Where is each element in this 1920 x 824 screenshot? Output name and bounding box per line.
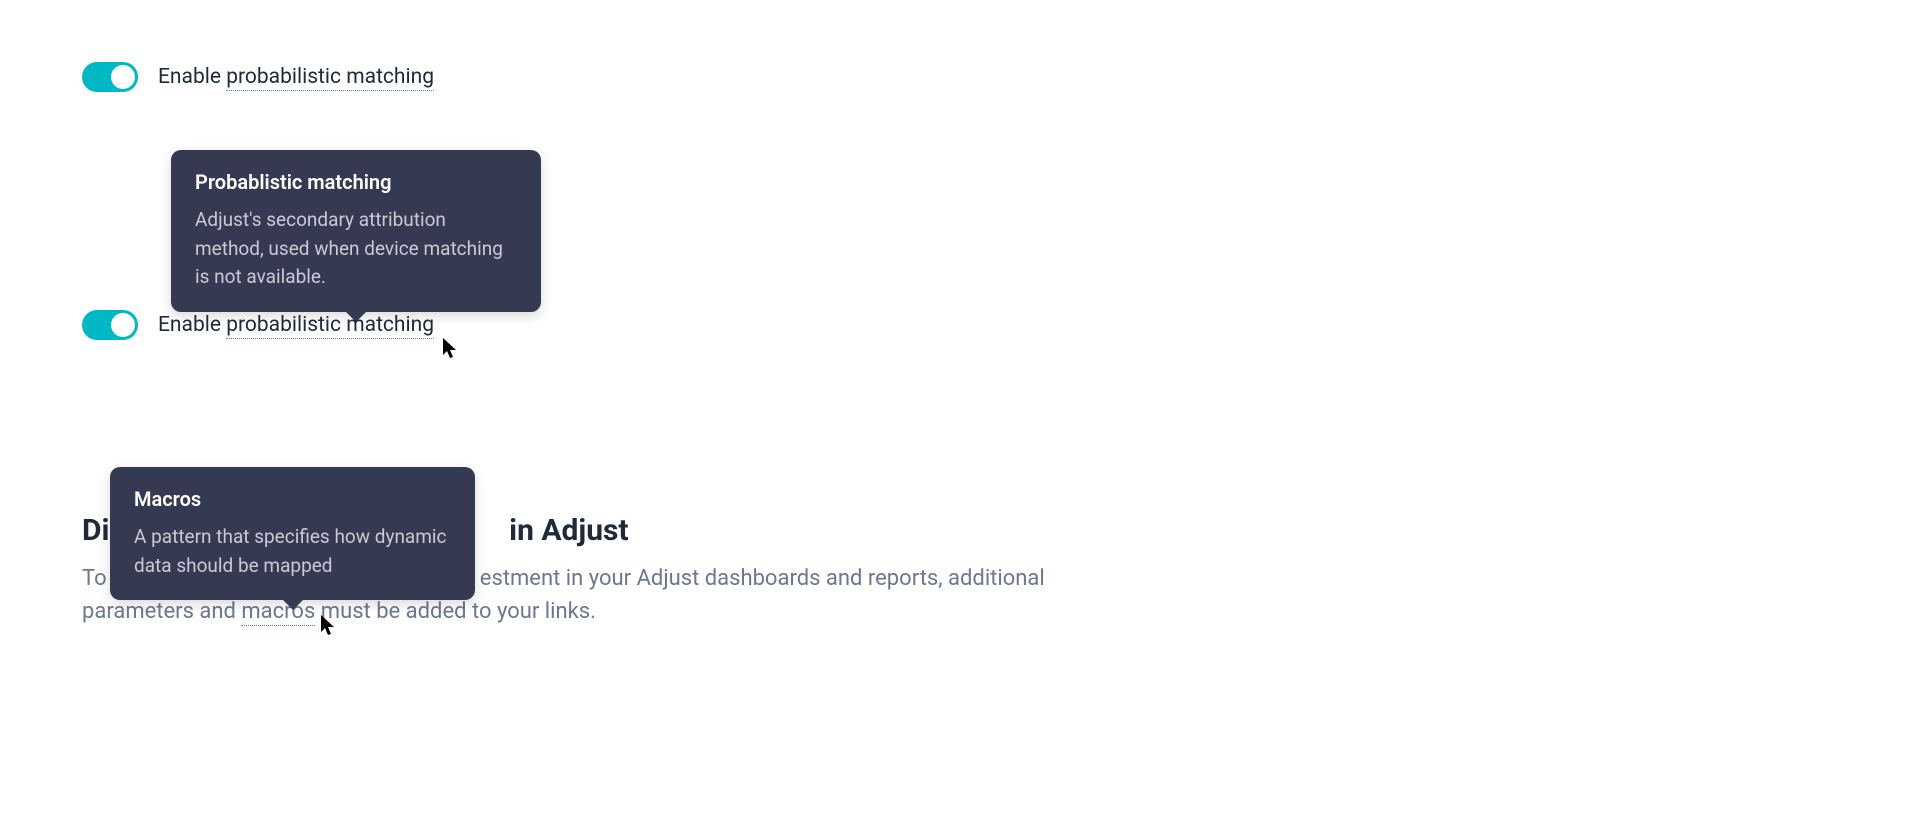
toggle-row-probabilistic-matching-1: Enable probabilistic matching: [82, 62, 434, 92]
tooltip-title: Macros: [134, 487, 451, 511]
label-prefix: Enable: [158, 313, 226, 337]
toggle-switch-2[interactable]: [82, 310, 138, 340]
tooltip-macros: Macros A pattern that specifies how dyna…: [110, 467, 475, 600]
toggle-label-2: Enable probabilistic matching: [158, 313, 434, 337]
label-prefix: Enable: [158, 65, 226, 89]
heading-prefix: Di: [82, 513, 109, 548]
term-probabilistic-matching-1[interactable]: probabilistic matching: [226, 65, 434, 91]
toggle-switch-1[interactable]: [82, 62, 138, 92]
heading-suffix: in Adjust: [502, 513, 629, 548]
tooltip-body: Adjust's secondary attribution method, u…: [195, 206, 517, 292]
tooltip-title: Probablistic matching: [195, 170, 517, 194]
toggle-row-probabilistic-matching-2: Enable probabilistic matching: [82, 310, 434, 340]
body-prefix: To: [82, 566, 112, 591]
toggle-knob: [111, 65, 135, 89]
tooltip-body: A pattern that specifies how dynamic dat…: [134, 523, 451, 580]
term-macros[interactable]: macros: [241, 599, 315, 626]
toggle-label-1: Enable probabilistic matching: [158, 65, 434, 89]
tooltip-probabilistic-matching: Probablistic matching Adjust's secondary…: [171, 150, 541, 312]
body-suffix: must be added to your links.: [315, 599, 596, 624]
cursor-icon: [443, 338, 459, 360]
term-probabilistic-matching-2[interactable]: probabilistic matching: [226, 313, 434, 339]
toggle-knob: [111, 313, 135, 337]
